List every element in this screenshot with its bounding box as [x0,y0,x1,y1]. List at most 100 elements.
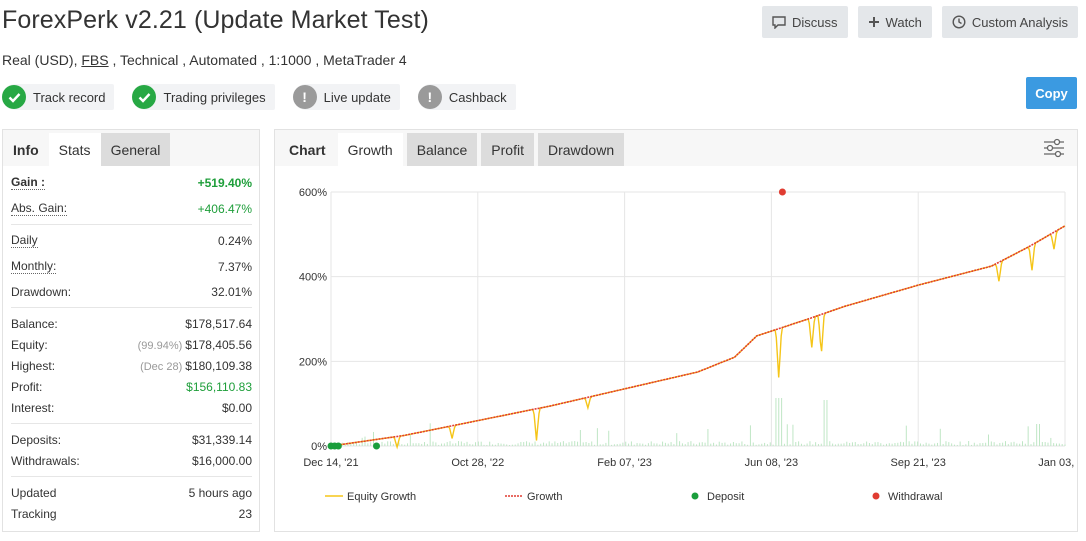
stat-note: (99.94%) [137,339,183,352]
stat-value: 32.01% [211,284,252,299]
discuss-label: Discuss [792,14,838,30]
stats-panel: Info Stats General Gain : +519.40% Abs. … [2,129,260,532]
x-tick-label: Jun 08, '23 [745,457,798,469]
verification-badges: Track record Trading privileges ! Live u… [2,84,516,110]
chart-tabs: Chart Growth Balance Profit Drawdown [275,130,1077,166]
stat-daily: Daily 0.24% [11,230,252,251]
stat-value: $156,110.83 [186,379,252,394]
check-icon [2,85,26,109]
stat-value: +406.47% [197,201,252,216]
y-tick-label: 0% [311,441,327,453]
stat-label: Profit: [11,379,43,394]
stat-value: $0.00 [221,400,252,415]
stat-value: 7.37% [217,259,252,274]
account-subtitle: Real (USD), FBS , Technical , Automated … [2,52,407,68]
stat-value-group: (99.94%) $178,405.56 [138,338,252,352]
plus-icon [868,17,879,27]
y-tick-label: 200% [299,356,327,368]
copy-button[interactable]: Copy [1026,77,1077,109]
tab-info[interactable]: Info [3,133,49,166]
stat-label: Drawdown: [11,284,72,299]
stats-body: Gain : +519.40% Abs. Gain: +406.47% Dail… [3,166,259,524]
tab-profit[interactable]: Profit [481,133,534,166]
discuss-button[interactable]: Discuss [762,6,848,38]
badge-label: Trading privileges [163,89,266,105]
stat-label[interactable]: Monthly: [11,259,57,274]
stat-value: 5 hours ago [188,485,252,500]
legend-equity-label: Equity Growth [347,491,416,503]
growth-chart[interactable]: 0% 200% 400% 600% Dec 14, '21 Oct 28, '22 Feb … [275,166,1077,532]
stat-value: 23 [238,506,252,521]
stat-label[interactable]: Gain : [11,175,46,190]
badge-live-update[interactable]: ! Live update [292,84,400,110]
legend-deposit-swatch [691,492,699,500]
stats-tabs: Info Stats General [3,130,259,166]
stat-profit: Profit: $156,110.83 [11,376,252,397]
tab-growth[interactable]: Growth [337,133,403,166]
stat-equity: Equity: (99.94%) $178,405.56 [11,334,252,355]
stat-label[interactable]: Daily [11,233,38,248]
y-tick-label: 400% [299,272,327,284]
chart-settings-icon[interactable] [1043,138,1065,163]
stat-label: Balance: [11,316,58,331]
withdrawal-marker [778,188,786,196]
stat-value-group: (Dec 28) $180,109.38 [140,359,252,373]
stat-value: $31,339.14 [191,432,252,447]
tab-balance[interactable]: Balance [406,133,478,166]
stat-label: Withdrawals: [11,453,80,468]
stat-updated: Updated 5 hours ago [11,482,252,503]
legend-withdrawal-swatch [872,492,880,500]
badge-track-record[interactable]: Track record [2,84,115,110]
custom-analysis-button[interactable]: Custom Analysis [941,6,1078,38]
stat-value: 0.24% [217,233,252,248]
divider [11,224,252,225]
x-tick-label: Oct 28, '22 [451,457,504,469]
legend-growth-label: Growth [527,491,562,503]
x-tick-label: Jan 03, '24 [1038,457,1077,469]
badge-trading-privileges[interactable]: Trading privileges [132,84,275,110]
tab-general[interactable]: General [100,133,171,166]
chart-tabs-title: Chart [289,141,326,158]
stat-deposits: Deposits: $31,339.14 [11,429,252,450]
stat-label: Interest: [11,400,55,415]
top-actions: Discuss Watch Custom Analysis [762,6,1078,38]
stat-label: Highest: [11,358,56,373]
stat-value: $16,000.00 [191,453,252,468]
stat-interest: Interest: $0.00 [11,397,252,418]
divider [11,307,252,308]
chat-icon [772,15,786,29]
stat-label: Updated [11,485,57,500]
broker-link[interactable]: FBS [81,52,108,68]
legend-deposit-label: Deposit [707,491,744,503]
stat-drawdown: Drawdown: 32.01% [11,281,252,302]
stat-label: Tracking [11,506,57,521]
tab-stats[interactable]: Stats [48,133,101,166]
stat-highest: Highest: (Dec 28) $180,109.38 [11,355,252,376]
deposit-marker [334,442,342,450]
equity-growth-line [330,225,1066,450]
stat-monthly: Monthly: 7.37% [11,256,252,277]
stat-label[interactable]: Abs. Gain: [11,201,68,216]
deposit-marker [373,442,381,450]
divider [11,476,252,477]
tab-drawdown[interactable]: Drawdown [537,133,625,166]
watch-button[interactable]: Watch [857,6,932,38]
badge-cashback[interactable]: ! Cashback [417,84,516,110]
exclamation-icon: ! [417,85,442,109]
page-title: ForexPerk v2.21 (Update Market Test) [2,6,429,34]
stat-abs-gain: Abs. Gain: +406.47% [11,198,252,219]
watch-label: Watch [885,14,922,30]
stat-note: (Dec 28) [140,360,183,373]
stat-value: $178,405.56 [185,337,252,352]
divider [11,423,252,424]
growth-line [330,225,1066,447]
badge-label: Track record [33,89,106,105]
clock-icon [952,15,966,29]
badge-label: Live update [323,89,391,105]
y-tick-label: 600% [299,187,327,199]
stat-value: +519.40% [197,175,252,190]
custom-analysis-label: Custom Analysis [971,14,1068,30]
check-icon [132,85,157,109]
account-type: Real (USD), [2,52,82,68]
x-tick-label: Sep 21, '23 [891,457,946,469]
